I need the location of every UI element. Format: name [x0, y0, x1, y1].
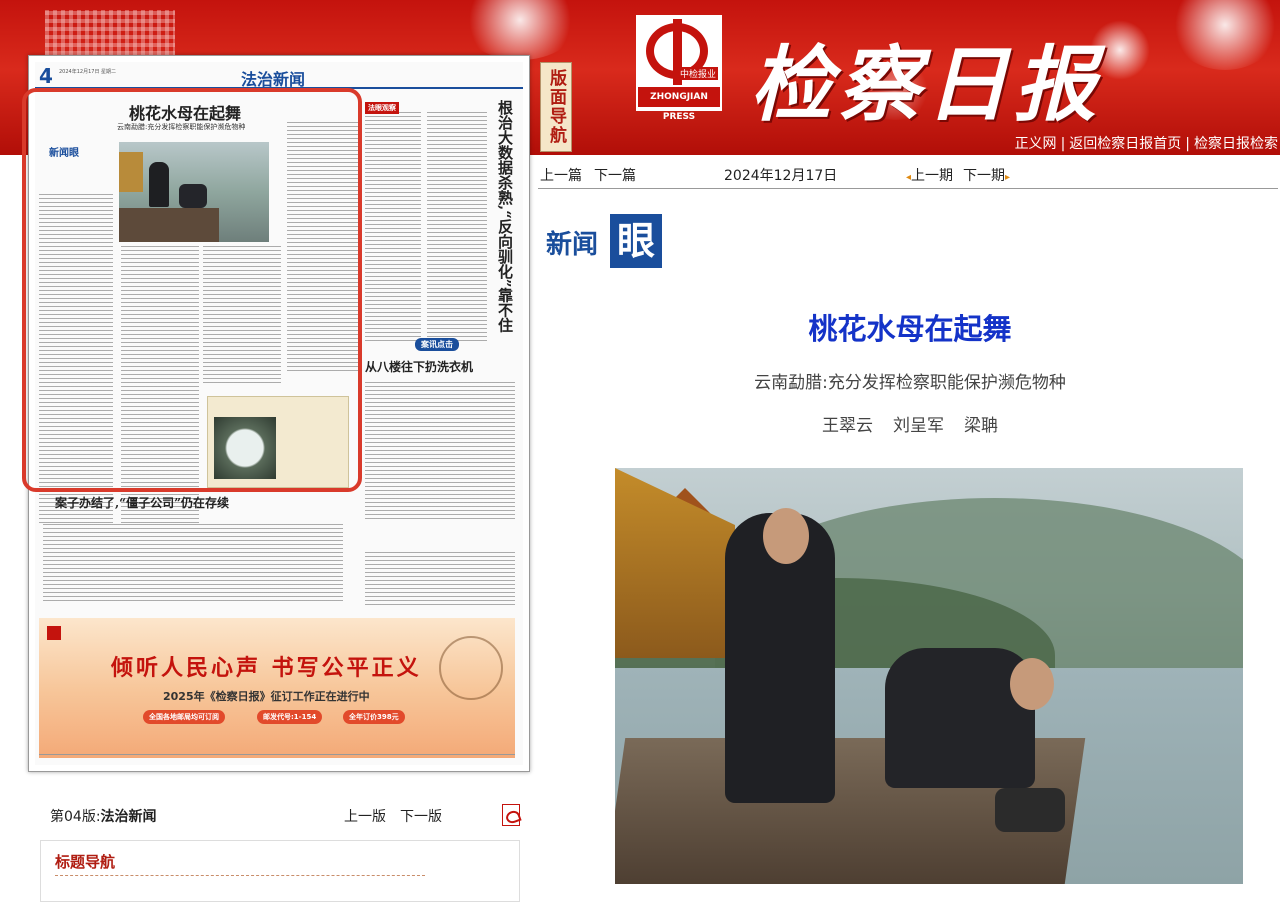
text-column — [365, 552, 515, 608]
article-highlight-box[interactable] — [22, 88, 362, 492]
text-column — [43, 524, 343, 604]
edition-label: 第04版:法治新闻 — [50, 809, 157, 825]
top-links: 正义网 | 返回检察日报首页 | 检察日报检索 — [1014, 136, 1278, 152]
prev-article-link[interactable]: 上一篇 — [540, 168, 582, 184]
divider — [55, 875, 425, 876]
photo-person-head — [763, 508, 809, 564]
next-issue-link[interactable]: 下一期 — [963, 168, 1005, 184]
logo-en: ZHONGJIAN PRESS — [638, 87, 720, 122]
subscription-ad[interactable]: 倾听人民心声 书写公平正义 2025年《检察日报》征订工作正在进行中 全国各地邮… — [39, 618, 515, 758]
pdf-icon[interactable] — [502, 804, 520, 826]
issue-date: 2024年12月17日 — [724, 168, 838, 184]
author-name: 刘呈军 — [893, 416, 944, 436]
title-nav-label: 标题导航 — [55, 853, 116, 871]
author-name: 王翠云 — [822, 416, 873, 436]
page-date-small: 2024年12月17日 星期二 — [59, 69, 117, 75]
link-search[interactable]: 检察日报检索 — [1194, 136, 1278, 152]
edition-name: 法治新闻 — [100, 809, 157, 825]
photo-person-head — [1010, 658, 1054, 710]
text-column — [427, 112, 487, 342]
text-column — [365, 382, 515, 522]
article-nav-rule — [538, 188, 1278, 189]
text-column — [365, 112, 421, 342]
preview-headline-3[interactable]: 案子办结了,“僵子公司”仍在存续 — [55, 494, 229, 511]
edition-nav-label: 版面导航 — [546, 69, 566, 145]
article-authors: 王翠云 刘呈军 梁聃 — [540, 411, 1280, 436]
ad-slogan: 倾听人民心声 书写公平正义 — [111, 655, 422, 681]
preview-headline-2[interactable]: 从八楼往下扔洗衣机 — [365, 358, 473, 375]
photo-pavilion — [615, 468, 735, 658]
press-logo[interactable]: 中检报业 ZHONGJIAN PRESS — [636, 15, 722, 122]
ad-pill: 邮发代号:1-154 — [257, 710, 323, 724]
pixel-decoration — [45, 10, 175, 55]
article-subtitle: 云南勐腊:充分发挥检察职能保护濒危物种 — [754, 373, 1066, 393]
next-article-link[interactable]: 下一篇 — [594, 168, 636, 184]
ad-line2: 2025年《检察日报》征订工作正在进行中 — [163, 690, 370, 703]
page-footer — [39, 754, 515, 765]
arrow-right-icon: ▸ — [1005, 172, 1011, 183]
issue-nav: ◂上一期 下一期▸ — [906, 165, 1010, 185]
badge-box: 眼 — [610, 214, 662, 268]
preview-vertical-headline[interactable]: 根治大数据杀熟,“反向驯化”靠不住 — [495, 100, 515, 332]
prev-issue-link[interactable]: 上一期 — [911, 168, 953, 184]
next-edition-link[interactable]: 下一版 — [400, 809, 442, 825]
masthead-title: 检察日报 — [750, 37, 1102, 133]
badge-text: 新闻 — [546, 230, 599, 260]
photo-net — [995, 788, 1065, 832]
ad-pill: 全国各地邮局均可订阅 — [143, 710, 225, 724]
page-number: 4 — [39, 64, 53, 88]
title-nav-box: 标题导航 — [40, 840, 520, 902]
author-name: 梁聃 — [964, 416, 998, 436]
pen-icon — [439, 636, 503, 700]
article-photo — [615, 468, 1243, 884]
article-title: 桃花水母在起舞 — [808, 312, 1012, 346]
ad-pill: 全年订价398元 — [343, 710, 405, 724]
glow-decoration — [460, 0, 580, 60]
edition-nav-tab[interactable]: 版面导航 — [540, 62, 572, 152]
tag-case: 案讯点击 — [415, 338, 459, 351]
edition-nav: 上一版 下一版 — [344, 806, 456, 826]
link-zhengyi[interactable]: 正义网 — [1015, 136, 1057, 152]
link-home[interactable]: 返回检察日报首页 — [1069, 136, 1181, 152]
logo-cn: 中检报业 — [678, 67, 719, 80]
column-badge: 新闻 眼 — [546, 210, 670, 272]
tag-observe: 法眼观察 — [365, 102, 399, 114]
glow-decoration — [1170, 0, 1280, 70]
article-nav: 上一篇 下一篇 — [540, 165, 648, 185]
ad-logo-icon — [47, 626, 61, 640]
prev-edition-link[interactable]: 上一版 — [344, 809, 386, 825]
